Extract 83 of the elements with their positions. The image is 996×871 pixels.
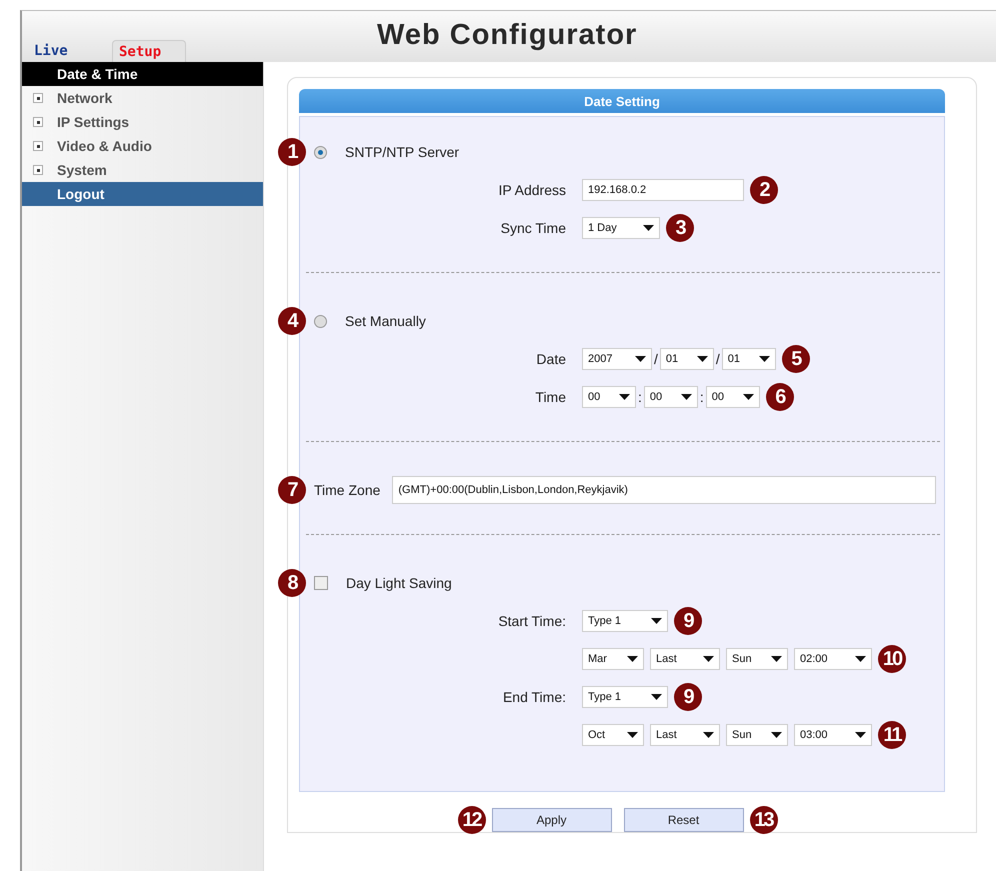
callout-number: 9: [674, 607, 702, 635]
dropdown[interactable]: Sun: [726, 724, 788, 746]
caret-icon: [627, 732, 638, 738]
caret-icon: [680, 394, 692, 400]
option-label: Day Light Saving: [346, 575, 452, 591]
dropdown[interactable]: Last: [650, 648, 720, 670]
field-label: Date: [535, 351, 567, 367]
caret-icon: [635, 356, 646, 362]
app-title: Web Configurator: [377, 19, 638, 52]
caret-icon: [651, 694, 662, 700]
caret-icon: [703, 732, 714, 738]
callout-number: 7: [278, 476, 306, 504]
dropdown[interactable]: 01: [722, 348, 776, 370]
dropdown[interactable]: 00: [644, 386, 698, 408]
panel-title-bar: Date Setting: [299, 89, 945, 113]
caret-icon: [771, 656, 782, 662]
ip-address-field[interactable]: 192.168.0.2: [582, 179, 744, 201]
option-label: Set Manually: [345, 313, 426, 329]
caret-icon: [651, 618, 662, 624]
callout-number: 6: [766, 383, 794, 411]
form-button[interactable]: Apply: [492, 808, 612, 832]
separator-text: :: [700, 389, 704, 405]
caret-icon: [771, 732, 782, 738]
caret-icon: [758, 356, 770, 362]
callout-number: 8: [278, 569, 306, 597]
radio-button[interactable]: [314, 146, 327, 158]
callout-number: 10: [878, 645, 906, 673]
dropdown[interactable]: 03:00: [794, 724, 872, 746]
separator-text: :: [638, 389, 642, 405]
expand-icon[interactable]: [33, 141, 43, 151]
caret-icon: [855, 732, 866, 738]
caret-icon: [742, 394, 754, 400]
caret-icon: [855, 656, 866, 662]
field-label: Sync Time: [500, 220, 567, 236]
field-label: IP Address: [498, 182, 567, 198]
callout-number: 2: [750, 176, 778, 204]
field-label: End Time:: [502, 689, 567, 705]
dropdown[interactable]: 01: [660, 348, 714, 370]
caret-icon: [627, 656, 638, 662]
expand-icon[interactable]: [33, 117, 43, 127]
dropdown[interactable]: 1 Day: [582, 217, 660, 239]
field-label: Start Time:: [497, 613, 567, 629]
form-button[interactable]: Reset: [624, 808, 744, 832]
dropdown[interactable]: Type 1: [582, 686, 668, 708]
separator-text: /: [654, 351, 658, 367]
callout-number: 12: [458, 806, 486, 834]
dropdown[interactable]: Type 1: [582, 610, 668, 632]
dropdown[interactable]: Last: [650, 724, 720, 746]
separator-text: /: [716, 351, 720, 367]
callout-number: 3: [666, 214, 694, 242]
sidebar-item[interactable]: IP Settings: [22, 110, 263, 134]
dropdown[interactable]: 2007: [582, 348, 652, 370]
callout-number: 4: [278, 307, 306, 335]
sidebar-item[interactable]: Logout: [22, 182, 263, 206]
dropdown[interactable]: Mar: [582, 648, 644, 670]
expand-icon[interactable]: [33, 165, 43, 175]
expand-icon[interactable]: [33, 93, 43, 103]
caret-icon: [643, 225, 654, 231]
callout-number: 11: [878, 721, 906, 749]
tab[interactable]: Live: [28, 40, 100, 62]
radio-button[interactable]: [314, 314, 327, 328]
sidebar-item[interactable]: System: [22, 158, 263, 182]
field-label: Time Zone: [314, 482, 380, 498]
field-label: Time: [534, 389, 567, 405]
caret-icon: [619, 394, 630, 400]
callout-number: 9: [674, 683, 702, 711]
sidebar-item[interactable]: Network: [22, 86, 263, 110]
tab[interactable]: Setup: [112, 40, 186, 62]
caret-icon: [696, 356, 708, 362]
sidebar-item[interactable]: Date & Time: [22, 62, 263, 86]
callout-number: 5: [782, 345, 810, 373]
caret-icon: [703, 656, 714, 662]
callout-number: 1: [278, 138, 306, 166]
dropdown[interactable]: 02:00: [794, 648, 872, 670]
option-label: SNTP/NTP Server: [345, 144, 460, 160]
callout-number: 13: [750, 806, 778, 834]
dropdown[interactable]: 00: [582, 386, 636, 408]
dropdown[interactable]: 00: [706, 386, 760, 408]
time-zone-field[interactable]: (GMT)+00:00(Dublin,Lisbon,London,Reykjavik): [392, 476, 936, 504]
sidebar-item[interactable]: Video & Audio: [22, 134, 263, 158]
dropdown[interactable]: Sun: [726, 648, 788, 670]
checkbox[interactable]: [314, 576, 328, 590]
dropdown[interactable]: Oct: [582, 724, 644, 746]
